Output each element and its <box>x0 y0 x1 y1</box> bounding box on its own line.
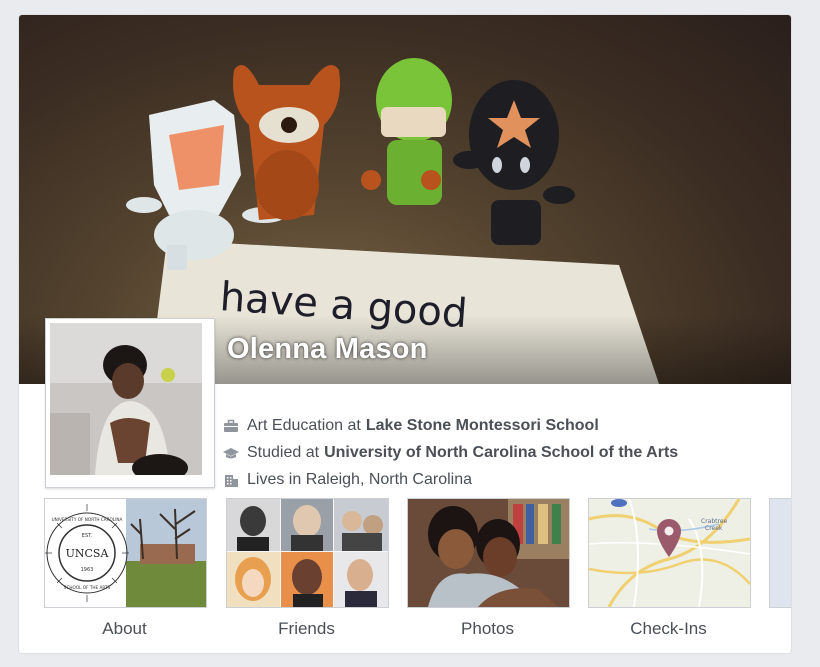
black-figure <box>453 80 575 245</box>
lives-row: Lives in Raleigh, North Carolina <box>223 466 678 493</box>
seal-ring-bottom: SCHOOL OF THE ARTS <box>64 585 111 590</box>
briefcase-icon <box>223 418 239 434</box>
orange-figure <box>233 65 340 220</box>
seal-ring-top: UNIVERSITY OF NORTH CAROLINA <box>52 517 123 522</box>
profile-picture[interactable] <box>45 318 215 488</box>
photos-tile[interactable] <box>407 498 570 608</box>
map-tile-image: Crabtree Creek <box>589 499 750 607</box>
profile-intro: Art Education at Lake Stone Montessori S… <box>223 412 678 493</box>
next-tile-partial[interactable] <box>769 498 791 608</box>
seal-text: UNCSA <box>66 547 110 560</box>
lives-text: Lives in Raleigh, North Carolina <box>247 470 472 488</box>
friends-tile[interactable] <box>226 498 389 608</box>
friends-tile-image <box>227 499 388 607</box>
photos-tile-image <box>408 499 569 607</box>
profile-photo-image <box>50 323 202 475</box>
map-label-line1: Crabtree <box>701 518 728 525</box>
about-tile-image: EST. UNCSA 1963 UNIVERSITY OF NORTH CARO… <box>45 499 206 607</box>
map-label-line2: Creek <box>705 525 723 532</box>
green-figure <box>361 58 452 205</box>
work-prefix: Art Education at <box>247 416 361 434</box>
checkins-label[interactable]: Check-Ins <box>588 619 749 639</box>
seal-year: 1963 <box>81 567 94 573</box>
seal-est: EST. <box>82 533 93 539</box>
photos-label[interactable]: Photos <box>407 619 568 639</box>
building-icon <box>223 472 239 488</box>
about-tile[interactable]: EST. UNCSA 1963 UNIVERSITY OF NORTH CARO… <box>44 498 207 608</box>
work-place-link[interactable]: Lake Stone Montessori School <box>366 417 599 435</box>
work-row: Art Education at Lake Stone Montessori S… <box>223 412 678 439</box>
profile-name[interactable]: Olenna Mason <box>227 333 428 366</box>
graduation-cap-icon <box>223 445 239 461</box>
friends-label[interactable]: Friends <box>226 619 387 639</box>
education-row: Studied at University of North Carolina … <box>223 439 678 466</box>
checkins-tile[interactable]: Crabtree Creek <box>588 498 751 608</box>
education-place-link[interactable]: University of North Carolina School of t… <box>324 444 678 462</box>
profile-card: have a good Olenna Mason Art Education a… <box>18 14 792 654</box>
education-prefix: Studied at <box>247 443 320 461</box>
about-label[interactable]: About <box>44 619 205 639</box>
